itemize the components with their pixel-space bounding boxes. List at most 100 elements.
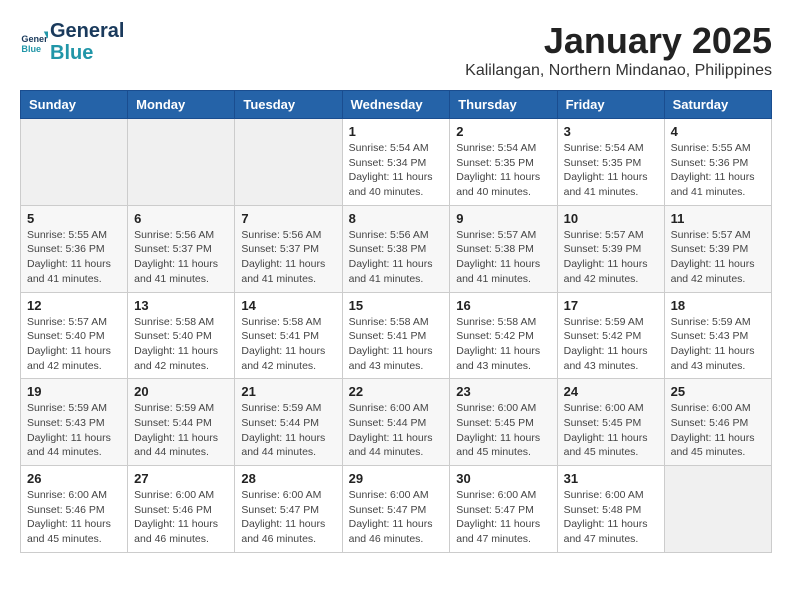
day-number: 9: [456, 211, 550, 226]
day-info: Sunrise: 5:55 AMSunset: 5:36 PMDaylight:…: [27, 228, 121, 287]
calendar-cell: 8 Sunrise: 5:56 AMSunset: 5:38 PMDaylight…: [342, 205, 450, 292]
day-number: 27: [134, 471, 228, 486]
day-info: Sunrise: 5:59 AMSunset: 5:43 PMDaylight:…: [27, 401, 121, 460]
day-number: 30: [456, 471, 550, 486]
calendar-cell: 28Sunrise: 6:00 AMSunset: 5:47 PMDayligh…: [235, 466, 342, 553]
page-title: January 2025: [465, 20, 772, 62]
day-info: Sunrise: 5:57 AMSunset: 5:38 PMDaylight:…: [456, 228, 550, 287]
day-info: Sunrise: 5:56 AMSunset: 5:37 PMDaylight:…: [134, 228, 228, 287]
weekday-header: Tuesday: [235, 91, 342, 119]
calendar-week-row: 12Sunrise: 5:57 AMSunset: 5:40 PMDayligh…: [21, 292, 772, 379]
weekday-header: Saturday: [664, 91, 771, 119]
calendar-cell: [21, 119, 128, 206]
page-header: General Blue General Blue January 2025 K…: [20, 20, 772, 80]
calendar-cell: 5 Sunrise: 5:55 AMSunset: 5:36 PMDaylight…: [21, 205, 128, 292]
logo: General Blue General Blue: [20, 20, 124, 64]
day-number: 16: [456, 298, 550, 313]
day-number: 7: [241, 211, 335, 226]
calendar-cell: 30 Sunrise: 6:00 AMSunset: 5:47 PMDayligh…: [450, 466, 557, 553]
calendar-week-row: 26 Sunrise: 6:00 AMSunset: 5:46 PMDayligh…: [21, 466, 772, 553]
day-info: Sunrise: 6:00 AMSunset: 5:47 PMDaylight:…: [456, 488, 550, 547]
day-info: Sunrise: 6:00 AMSunset: 5:44 PMDaylight:…: [349, 401, 444, 460]
logo-icon: General Blue: [20, 28, 48, 56]
day-info: Sunrise: 6:00 AMSunset: 5:48 PMDaylight:…: [564, 488, 658, 547]
calendar-header-row: SundayMondayTuesdayWednesdayThursdayFrid…: [21, 91, 772, 119]
day-info: Sunrise: 6:00 AMSunset: 5:46 PMDaylight:…: [134, 488, 228, 547]
day-info: Sunrise: 5:57 AMSunset: 5:40 PMDaylight:…: [27, 315, 121, 374]
calendar-cell: [664, 466, 771, 553]
day-number: 14: [241, 298, 335, 313]
day-number: 31: [564, 471, 658, 486]
logo-general: General: [50, 20, 124, 42]
calendar-cell: 17Sunrise: 5:59 AMSunset: 5:42 PMDayligh…: [557, 292, 664, 379]
calendar-cell: 3Sunrise: 5:54 AMSunset: 5:35 PMDaylight…: [557, 119, 664, 206]
calendar-cell: 21 Sunrise: 5:59 AMSunset: 5:44 PMDayligh…: [235, 379, 342, 466]
day-number: 5: [27, 211, 121, 226]
calendar-cell: 12Sunrise: 5:57 AMSunset: 5:40 PMDayligh…: [21, 292, 128, 379]
day-number: 24: [564, 384, 658, 399]
day-info: Sunrise: 6:00 AMSunset: 5:46 PMDaylight:…: [27, 488, 121, 547]
day-number: 29: [349, 471, 444, 486]
day-info: Sunrise: 5:56 AMSunset: 5:37 PMDaylight:…: [241, 228, 335, 287]
day-number: 3: [564, 124, 658, 139]
day-number: 28: [241, 471, 335, 486]
weekday-header: Wednesday: [342, 91, 450, 119]
day-info: Sunrise: 5:54 AMSunset: 5:34 PMDaylight:…: [349, 141, 444, 200]
svg-text:Blue: Blue: [21, 44, 41, 54]
day-info: Sunrise: 5:54 AMSunset: 5:35 PMDaylight:…: [456, 141, 550, 200]
day-info: Sunrise: 6:00 AMSunset: 5:46 PMDaylight:…: [671, 401, 765, 460]
day-number: 18: [671, 298, 765, 313]
calendar-cell: 27 Sunrise: 6:00 AMSunset: 5:46 PMDayligh…: [128, 466, 235, 553]
day-number: 25: [671, 384, 765, 399]
svg-text:General: General: [21, 34, 48, 44]
calendar-cell: 2 Sunrise: 5:54 AMSunset: 5:35 PMDaylight…: [450, 119, 557, 206]
weekday-header: Sunday: [21, 91, 128, 119]
calendar-cell: [235, 119, 342, 206]
day-info: Sunrise: 5:58 AMSunset: 5:41 PMDaylight:…: [241, 315, 335, 374]
day-number: 15: [349, 298, 444, 313]
calendar-cell: 14 Sunrise: 5:58 AMSunset: 5:41 PMDayligh…: [235, 292, 342, 379]
calendar-week-row: 19 Sunrise: 5:59 AMSunset: 5:43 PMDayligh…: [21, 379, 772, 466]
calendar-cell: 22 Sunrise: 6:00 AMSunset: 5:44 PMDayligh…: [342, 379, 450, 466]
day-number: 6: [134, 211, 228, 226]
day-number: 11: [671, 211, 765, 226]
day-number: 13: [134, 298, 228, 313]
day-info: Sunrise: 5:59 AMSunset: 5:43 PMDaylight:…: [671, 315, 765, 374]
day-number: 2: [456, 124, 550, 139]
day-info: Sunrise: 6:00 AMSunset: 5:47 PMDaylight:…: [349, 488, 444, 547]
calendar-cell: 19 Sunrise: 5:59 AMSunset: 5:43 PMDayligh…: [21, 379, 128, 466]
day-info: Sunrise: 5:56 AMSunset: 5:38 PMDaylight:…: [349, 228, 444, 287]
calendar-cell: 24 Sunrise: 6:00 AMSunset: 5:45 PMDayligh…: [557, 379, 664, 466]
day-info: Sunrise: 5:59 AMSunset: 5:42 PMDaylight:…: [564, 315, 658, 374]
day-number: 21: [241, 384, 335, 399]
calendar-cell: 13 Sunrise: 5:58 AMSunset: 5:40 PMDayligh…: [128, 292, 235, 379]
day-info: Sunrise: 6:00 AMSunset: 5:45 PMDaylight:…: [456, 401, 550, 460]
day-info: Sunrise: 5:59 AMSunset: 5:44 PMDaylight:…: [241, 401, 335, 460]
calendar-cell: 31 Sunrise: 6:00 AMSunset: 5:48 PMDayligh…: [557, 466, 664, 553]
calendar-cell: 20Sunrise: 5:59 AMSunset: 5:44 PMDayligh…: [128, 379, 235, 466]
calendar-cell: 9 Sunrise: 5:57 AMSunset: 5:38 PMDaylight…: [450, 205, 557, 292]
logo-blue: Blue: [50, 42, 124, 64]
calendar-cell: 11Sunrise: 5:57 AMSunset: 5:39 PMDayligh…: [664, 205, 771, 292]
day-number: 20: [134, 384, 228, 399]
title-block: January 2025 Kalilangan, Northern Mindan…: [465, 20, 772, 80]
day-info: Sunrise: 6:00 AMSunset: 5:45 PMDaylight:…: [564, 401, 658, 460]
day-number: 19: [27, 384, 121, 399]
day-number: 26: [27, 471, 121, 486]
day-info: Sunrise: 5:58 AMSunset: 5:40 PMDaylight:…: [134, 315, 228, 374]
day-number: 4: [671, 124, 765, 139]
day-info: Sunrise: 5:55 AMSunset: 5:36 PMDaylight:…: [671, 141, 765, 200]
calendar-week-row: 1Sunrise: 5:54 AMSunset: 5:34 PMDaylight…: [21, 119, 772, 206]
calendar-cell: 15 Sunrise: 5:58 AMSunset: 5:41 PMDayligh…: [342, 292, 450, 379]
day-info: Sunrise: 5:58 AMSunset: 5:41 PMDaylight:…: [349, 315, 444, 374]
calendar-cell: 29 Sunrise: 6:00 AMSunset: 5:47 PMDayligh…: [342, 466, 450, 553]
day-number: 23: [456, 384, 550, 399]
calendar-cell: 10Sunrise: 5:57 AMSunset: 5:39 PMDayligh…: [557, 205, 664, 292]
day-number: 22: [349, 384, 444, 399]
calendar-cell: 16Sunrise: 5:58 AMSunset: 5:42 PMDayligh…: [450, 292, 557, 379]
weekday-header: Thursday: [450, 91, 557, 119]
calendar-cell: 26 Sunrise: 6:00 AMSunset: 5:46 PMDayligh…: [21, 466, 128, 553]
day-number: 8: [349, 211, 444, 226]
page-subtitle: Kalilangan, Northern Mindanao, Philippin…: [465, 62, 772, 80]
day-number: 10: [564, 211, 658, 226]
